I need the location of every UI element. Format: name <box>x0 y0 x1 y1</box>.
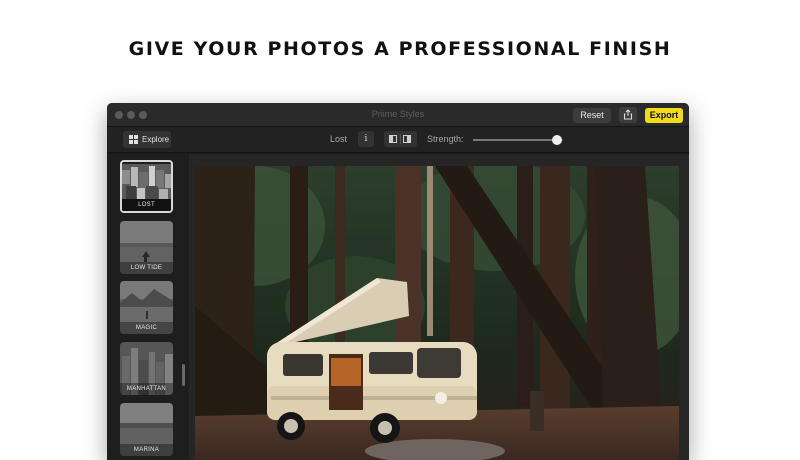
share-icon <box>623 109 633 120</box>
style-thumb-lost[interactable]: LOST <box>120 160 173 213</box>
strength-slider-fill <box>473 139 557 141</box>
explore-label: Explore <box>142 135 170 144</box>
strength-slider[interactable] <box>473 135 563 145</box>
style-label: LOST <box>122 199 171 211</box>
info-button[interactable]: i <box>358 131 374 147</box>
style-thumb-manhattan[interactable]: MANHATTAN <box>120 342 173 395</box>
photo-preview <box>195 166 679 460</box>
app-window: Priime Styles Reset Export Explore Lost … <box>107 103 689 460</box>
title-bar: Priime Styles Reset Export <box>107 103 689 127</box>
reset-button[interactable]: Reset <box>573 108 611 123</box>
compare-button[interactable] <box>384 131 417 147</box>
style-thumb-marina[interactable]: MARINA <box>120 403 173 456</box>
style-thumb-magic[interactable]: MAGIC <box>120 281 173 334</box>
explore-button[interactable]: Explore <box>123 131 171 148</box>
style-label: MANHATTAN <box>120 383 173 395</box>
page-headline: GIVE YOUR PHOTOS A PROFESSIONAL FINISH <box>128 38 672 60</box>
style-label: MAGIC <box>120 322 173 334</box>
split-view-right-icon <box>403 135 411 143</box>
export-button[interactable]: Export <box>645 108 683 123</box>
strength-slider-thumb[interactable] <box>551 135 562 145</box>
style-label: MARINA <box>120 444 173 456</box>
current-style-name: Lost <box>330 134 348 144</box>
share-button[interactable] <box>619 107 637 123</box>
split-view-icon <box>389 135 397 143</box>
style-label: LOW TIDE <box>120 262 173 274</box>
strength-label: Strength: <box>427 134 464 144</box>
forest-van-photo <box>195 166 679 460</box>
sidebar-scrollbar[interactable] <box>182 364 185 386</box>
compare-divider <box>400 134 401 144</box>
grid-icon <box>129 135 138 144</box>
style-thumb-low-tide[interactable]: LOW TIDE <box>120 221 173 274</box>
photo-canvas <box>189 154 689 460</box>
toolbar: Explore Lost i Strength: <box>107 127 689 153</box>
styles-sidebar: LOST LOW TIDE MAGIC MANHATTAN MARINA <box>107 154 189 460</box>
